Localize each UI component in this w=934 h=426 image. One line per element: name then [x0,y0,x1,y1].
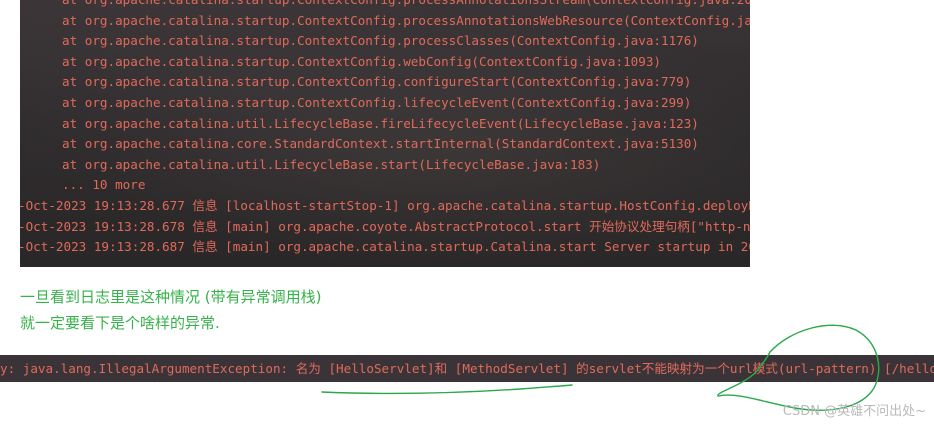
log-line: at org.apache.catalina.util.LifecycleBas… [62,156,601,172]
log-line: at org.apache.catalina.startup.ContextCo… [62,74,692,90]
log-line: -Oct-2023 19:13:28.677 信息 [localhost-sta… [20,197,750,213]
log-line: -Oct-2023 19:13:28.687 信息 [main] org.apa… [20,239,750,255]
csdn-watermark: CSDN @英雄不问出处~ [782,404,926,419]
log-line: at org.apache.catalina.startup.ContextCo… [62,12,750,28]
console-log-panel: at org.apache.catalina.startup.ContextCo… [20,0,750,267]
console-lines: at org.apache.catalina.startup.ContextCo… [20,0,750,258]
log-line: at org.apache.catalina.core.StandardCont… [62,136,699,152]
log-line: ... 10 more [62,177,146,193]
underline-stroke [321,384,573,395]
exception-log-strip: y: java.lang.IllegalArgumentException: 名… [0,355,934,382]
annotation-text-1: 一旦看到日志里是这种情况 (带有异常调用栈) [20,288,322,306]
log-line: at org.apache.catalina.startup.ContextCo… [62,53,661,69]
log-line: at org.apache.catalina.startup.ContextCo… [62,33,699,49]
log-line: at org.apache.catalina.startup.ContextCo… [62,94,692,110]
log-line: -Oct-2023 19:13:28.678 信息 [main] org.apa… [20,218,750,234]
annotation-text-2: 就一定要看下是个啥样的异常. [20,314,220,332]
log-line: at org.apache.catalina.startup.ContextCo… [20,0,750,11]
exception-message: y: java.lang.IllegalArgumentException: 名… [0,361,934,376]
log-line: at org.apache.catalina.util.LifecycleBas… [62,115,699,131]
